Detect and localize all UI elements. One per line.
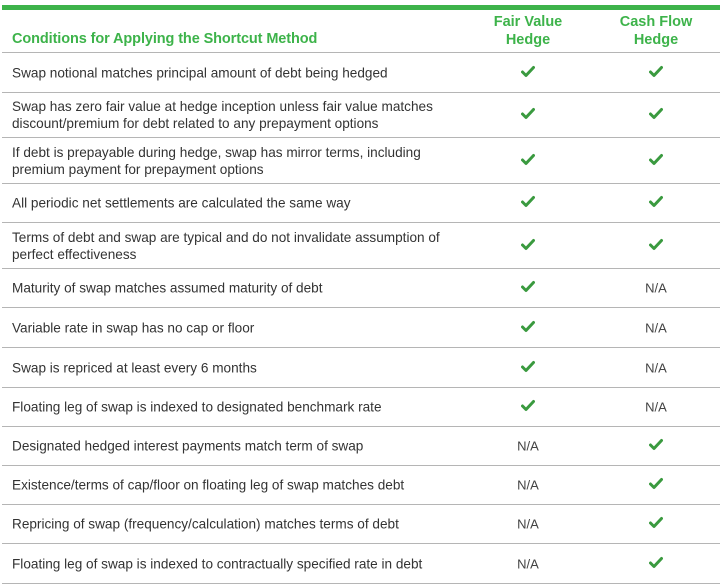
checkmark-icon — [521, 153, 535, 165]
cash-flow-check-cell — [601, 517, 711, 532]
condition-text: Swap is repriced at least every 6 months — [12, 360, 257, 375]
header-fair-value-line2: Hedge — [505, 32, 551, 48]
fair-value-na-cell: N/A — [517, 556, 539, 571]
table-row: Maturity of swap matches assumed maturit… — [2, 269, 720, 308]
checkmark-icon — [649, 108, 663, 120]
cash-flow-check-cell — [601, 556, 711, 571]
condition-text: Variable rate in swap has no cap or floo… — [12, 320, 255, 335]
checkmark-icon — [521, 65, 535, 77]
header-fair-value-hedge: Fair Value Hedge — [473, 13, 583, 49]
table-row: Floating leg of swap is indexed to desig… — [2, 388, 720, 427]
checkmark-icon — [649, 196, 663, 208]
condition-text: Swap notional matches principal amount o… — [12, 65, 388, 80]
table-row: Existence/terms of cap/floor on floating… — [2, 466, 720, 505]
header-conditions: Conditions for Applying the Shortcut Met… — [12, 31, 318, 47]
cash-flow-check-cell — [601, 196, 711, 211]
fair-value-check-cell — [473, 153, 583, 168]
fair-value-check-cell — [473, 65, 583, 80]
condition-text: Designated hedged interest payments matc… — [12, 438, 364, 454]
table-row: If debt is prepayable during hedge, swap… — [2, 138, 720, 184]
checkmark-icon — [521, 360, 535, 372]
cash-flow-check-cell — [601, 108, 711, 123]
checkmark-icon — [521, 108, 535, 120]
checkmark-icon — [521, 281, 535, 293]
checkmark-icon — [649, 238, 663, 250]
condition-text: Existence/terms of cap/floor on floating… — [12, 477, 405, 493]
table-row: Swap has zero fair value at hedge incept… — [2, 93, 720, 138]
checkmark-icon — [521, 320, 535, 332]
table-row: Terms of debt and swap are typical and d… — [2, 223, 720, 269]
condition-text: If debt is prepayable during hedge, swap… — [12, 144, 421, 177]
checkmark-icon — [649, 556, 663, 568]
checkmark-icon — [649, 478, 663, 490]
condition-text: Terms of debt and swap are typical and d… — [12, 229, 440, 262]
table-body: Swap notional matches principal amount o… — [2, 53, 720, 584]
checkmark-icon — [521, 196, 535, 208]
table-row: Repricing of swap (frequency/calculation… — [2, 505, 720, 544]
checkmark-icon — [649, 65, 663, 77]
cash-flow-na-cell: N/A — [645, 360, 667, 375]
table-row: Swap notional matches principal amount o… — [2, 53, 720, 93]
checkmark-icon — [521, 238, 535, 250]
table-row: Floating leg of swap is indexed to contr… — [2, 544, 720, 584]
checkmark-icon — [521, 400, 535, 412]
table-row: Variable rate in swap has no cap or floo… — [2, 308, 720, 348]
condition-text: Floating leg of swap is indexed to desig… — [12, 399, 382, 415]
table-header: Conditions for Applying the Shortcut Met… — [2, 10, 720, 53]
condition-text: All periodic net settlements are calcula… — [12, 195, 351, 211]
cash-flow-na-cell: N/A — [645, 320, 667, 335]
cash-flow-na-cell: N/A — [645, 280, 667, 296]
fair-value-check-cell — [473, 281, 583, 296]
cash-flow-check-cell — [601, 439, 711, 454]
header-cash-flow-line2: Hedge — [633, 32, 679, 48]
condition-text: Floating leg of swap is indexed to contr… — [12, 556, 423, 571]
header-fair-value-line1: Fair Value — [493, 14, 563, 30]
condition-text: Swap has zero fair value at hedge incept… — [12, 99, 433, 131]
checkmark-icon — [649, 153, 663, 165]
fair-value-check-cell — [473, 196, 583, 211]
cash-flow-check-cell — [601, 153, 711, 168]
cash-flow-check-cell — [601, 65, 711, 80]
cash-flow-check-cell — [601, 478, 711, 493]
fair-value-na-cell: N/A — [517, 516, 539, 532]
fair-value-check-cell — [473, 400, 583, 415]
condition-text: Maturity of swap matches assumed maturit… — [12, 280, 323, 296]
fair-value-check-cell — [473, 320, 583, 335]
cash-flow-na-cell: N/A — [645, 399, 667, 415]
cash-flow-check-cell — [601, 238, 711, 253]
header-cash-flow-hedge: Cash Flow Hedge — [601, 13, 711, 49]
fair-value-na-cell: N/A — [517, 477, 539, 493]
shortcut-method-table: Conditions for Applying the Shortcut Met… — [2, 10, 720, 584]
header-cash-flow-line1: Cash Flow — [619, 14, 693, 30]
table-row: All periodic net settlements are calcula… — [2, 184, 720, 223]
checkmark-icon — [649, 517, 663, 529]
fair-value-na-cell: N/A — [517, 438, 539, 454]
table-row: Swap is repriced at least every 6 months… — [2, 348, 720, 388]
fair-value-check-cell — [473, 360, 583, 375]
table-row: Designated hedged interest payments matc… — [2, 427, 720, 466]
checkmark-icon — [649, 439, 663, 451]
fair-value-check-cell — [473, 238, 583, 253]
fair-value-check-cell — [473, 108, 583, 123]
condition-text: Repricing of swap (frequency/calculation… — [12, 516, 399, 532]
